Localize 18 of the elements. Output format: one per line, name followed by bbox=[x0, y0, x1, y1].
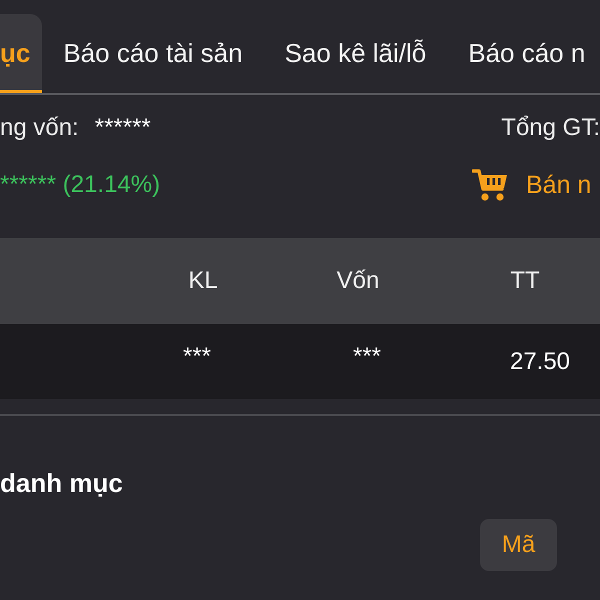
cart-icon bbox=[472, 168, 508, 202]
capital-label: ng vốn: bbox=[0, 114, 79, 142]
column-header: KL bbox=[188, 267, 218, 295]
tab[interactable]: Báo cáo n bbox=[447, 14, 600, 93]
table-cell: 27.50 bbox=[510, 348, 570, 376]
column-header: Vốn bbox=[336, 267, 380, 295]
tab[interactable]: Sao kê lãi/lỗ bbox=[264, 14, 448, 93]
sort-option-button[interactable]: Mã bbox=[480, 519, 557, 571]
profit-value: ****** (21.14%) bbox=[0, 171, 160, 199]
tab[interactable]: ục bbox=[0, 14, 42, 93]
sell-button[interactable]: Bán n bbox=[472, 168, 600, 202]
tab[interactable]: Báo cáo tài sản bbox=[42, 14, 264, 93]
total-value-label: Tổng GT: bbox=[501, 114, 600, 142]
table-cell: *** bbox=[352, 342, 382, 370]
capital-value: ****** bbox=[94, 114, 151, 142]
section-title: danh mục bbox=[0, 468, 123, 499]
table-cell: *** bbox=[182, 342, 212, 370]
column-header: TT bbox=[510, 267, 540, 295]
